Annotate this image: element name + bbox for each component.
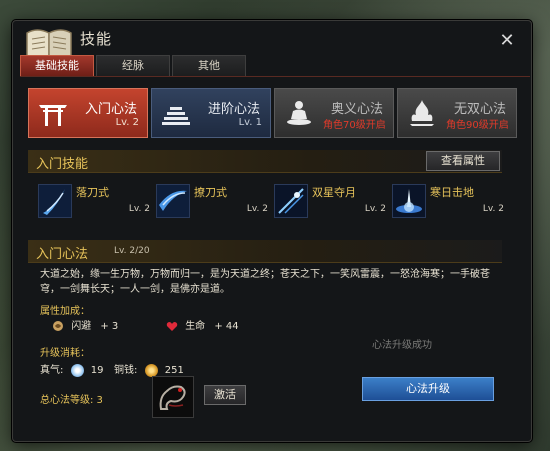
- skill-name: 寒日击地: [430, 186, 474, 199]
- tab-divider: [20, 76, 530, 77]
- close-icon[interactable]: ✕: [498, 32, 516, 50]
- rising-slash-icon: [156, 184, 190, 218]
- upgrade-cost-title: 升级消耗：: [40, 348, 90, 359]
- steps-icon: [162, 107, 190, 125]
- meditation-icon: [287, 101, 311, 125]
- category-profound[interactable]: 奥义心法 角色70级开启: [274, 88, 394, 138]
- total-heart-level: 总心法等级: 3: [40, 395, 103, 406]
- upgrade-success-hint: 心法升级成功: [372, 340, 432, 351]
- attribute-name: 闪避: [71, 321, 92, 332]
- cost-value: 19: [90, 365, 104, 376]
- category-name: 奥义心法: [331, 102, 384, 117]
- cost-coins: 铜钱: 251: [114, 361, 184, 377]
- lock-text: 角色70级开启: [323, 120, 386, 131]
- skill-level: Lv. 2: [364, 204, 386, 214]
- tab-basic-skills[interactable]: 基础技能: [20, 55, 94, 77]
- heart-method-tabs: 入门心法 Lv. 2 进阶心法 Lv. 1 奥义心法 角色70级开启 无双心法 …: [28, 88, 517, 138]
- heart-description: 大道之始，缘一生万物，万物而归一，是为天道之终；苍天之下，一笑风雷震，一怒沧海寒…: [40, 269, 490, 295]
- skill-name: 撩刀式: [194, 186, 227, 199]
- heart-level: Lv. 2/20: [114, 246, 150, 256]
- tab-meridians[interactable]: 经脉: [96, 55, 170, 77]
- skill-level: Lv. 2: [482, 204, 504, 214]
- category-advanced[interactable]: 进阶心法 Lv. 1: [151, 88, 271, 138]
- cost-qi: 真气: 19: [40, 361, 103, 377]
- skill-item[interactable]: 寒日击地 Lv. 2: [392, 184, 504, 218]
- dragon-emblem-icon[interactable]: [152, 376, 194, 418]
- cost-label: 真气:: [40, 365, 64, 376]
- attribute-value: + 44: [214, 321, 239, 332]
- attribute-name: 生命: [185, 321, 206, 332]
- skill-name: 双星夺月: [312, 186, 356, 199]
- skill-name: 落刀式: [76, 186, 109, 199]
- category-level: Lv. 2: [115, 117, 139, 128]
- cost-value: 251: [164, 365, 184, 376]
- tab-bar: 基础技能 经脉 其他: [20, 55, 246, 77]
- activate-button[interactable]: 激活: [204, 385, 246, 405]
- attribute-dodge: 闪避 + 3: [52, 317, 118, 332]
- ground-strike-icon: [392, 184, 426, 218]
- skill-item[interactable]: 双星夺月 Lv. 2: [274, 184, 386, 218]
- twin-star-icon: [274, 184, 308, 218]
- category-beginner[interactable]: 入门心法 Lv. 2: [28, 88, 148, 138]
- heart-section-header: 入门心法 Lv. 2/20: [28, 240, 502, 263]
- attribute-bonus-title: 属性加成：: [40, 306, 90, 317]
- cost-label: 铜钱:: [114, 365, 138, 376]
- skill-level: Lv. 2: [128, 204, 150, 214]
- skill-list: 落刀式 Lv. 2 撩刀式 Lv. 2 双星夺月 Lv. 2 寒日击地 Lv. …: [38, 184, 504, 218]
- view-attributes-button[interactable]: 查看属性: [426, 151, 500, 171]
- attribute-health: 生命 + 44: [166, 317, 239, 332]
- lock-text: 角色90级开启: [446, 120, 509, 131]
- section-title: 入门心法: [36, 247, 89, 262]
- window-title: 技能: [80, 30, 113, 48]
- tab-other[interactable]: 其他: [172, 55, 246, 77]
- gate-icon: [39, 105, 67, 126]
- section-title: 入门技能: [36, 157, 89, 172]
- flame-icon: [410, 100, 434, 126]
- skill-item[interactable]: 撩刀式 Lv. 2: [156, 184, 268, 218]
- skills-section-header: 入门技能 查看属性: [28, 150, 502, 173]
- category-peerless[interactable]: 无双心法 角色90级开启: [397, 88, 517, 138]
- dodge-icon: [53, 321, 63, 331]
- category-name: 无双心法: [454, 102, 507, 117]
- blade-slash-icon: [38, 184, 72, 218]
- skill-item[interactable]: 落刀式 Lv. 2: [38, 184, 150, 218]
- skill-level: Lv. 2: [246, 204, 268, 214]
- coin-icon: [144, 363, 158, 377]
- category-level: Lv. 1: [238, 117, 262, 128]
- upgrade-heart-button[interactable]: 心法升级: [362, 377, 494, 401]
- category-name: 入门心法: [85, 102, 138, 117]
- attribute-value: + 3: [100, 321, 119, 332]
- heart-icon: [166, 322, 178, 331]
- category-name: 进阶心法: [208, 102, 261, 117]
- qi-icon: [70, 363, 84, 377]
